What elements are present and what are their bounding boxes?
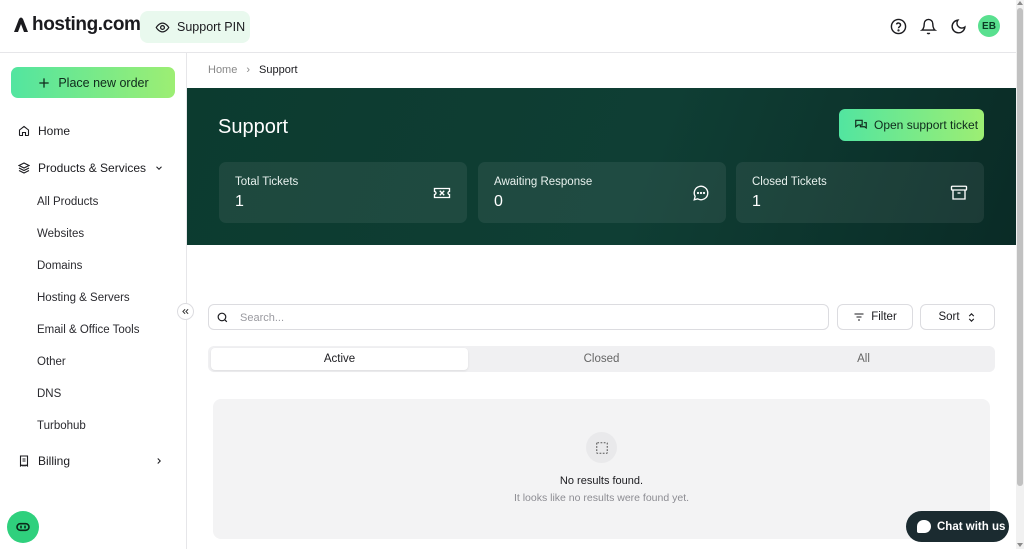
page-title: Support: [218, 116, 289, 138]
sidebar-subitem-turbohub[interactable]: Turbohub: [37, 420, 86, 432]
stat-value: 0: [494, 193, 503, 210]
stat-card-closed-tickets: Closed Tickets 1: [736, 162, 984, 223]
breadcrumb-home[interactable]: Home: [208, 64, 237, 76]
avatar[interactable]: EB: [978, 15, 1000, 37]
chevron-down-icon[interactable]: [154, 163, 164, 173]
sort-label: Sort: [938, 311, 960, 323]
place-new-order-label: Place new order: [58, 75, 149, 90]
layers-icon: [18, 162, 30, 174]
hosting-logo[interactable]: hosting.com: [12, 14, 141, 36]
empty-state-title: No results found.: [559, 475, 644, 487]
empty-selection-icon: [586, 432, 617, 463]
sidebar-subitem-all-products[interactable]: All Products: [37, 196, 98, 208]
chat-with-us-button[interactable]: Chat with us: [906, 511, 1009, 542]
sidebar-item-products-services[interactable]: Products & Services: [18, 161, 146, 175]
receipt-icon: [18, 455, 30, 467]
sidebar-item-label: Products & Services: [38, 161, 147, 175]
support-pin-label: Support PIN: [177, 20, 246, 34]
header-actions: EB: [888, 15, 1000, 37]
tab-active[interactable]: Active: [211, 348, 468, 370]
assistant-button[interactable]: [7, 511, 39, 543]
scroll-down-arrow-icon[interactable]: [1017, 543, 1023, 547]
filter-button[interactable]: Filter: [837, 304, 913, 330]
sidebar-subitem-hosting-servers[interactable]: Hosting & Servers: [37, 292, 130, 304]
sidebar-subitem-dns[interactable]: DNS: [37, 388, 61, 400]
breadcrumb-current: Support: [259, 64, 298, 76]
home-icon: [18, 125, 30, 137]
sidebar: Place new order Home Products & Services…: [0, 53, 187, 549]
sidebar-item-label: Billing: [38, 454, 71, 468]
bell-icon[interactable]: [918, 15, 938, 37]
stat-label: Closed Tickets: [752, 176, 827, 188]
sidebar-item-billing[interactable]: Billing: [18, 454, 70, 468]
stat-value: 1: [235, 193, 244, 210]
sort-button[interactable]: Sort: [920, 304, 995, 330]
sidebar-subitem-websites[interactable]: Websites: [37, 228, 84, 240]
chat-bubble-icon: [692, 184, 710, 202]
open-support-ticket-button[interactable]: Open support ticket: [839, 109, 984, 141]
eye-icon: [155, 21, 170, 33]
scroll-up-arrow-icon[interactable]: [1017, 1, 1023, 5]
plus-icon: [39, 77, 49, 88]
stat-card-total-tickets: Total Tickets 1: [219, 162, 467, 223]
stat-label: Total Tickets: [235, 176, 299, 188]
ticket-status-tabs: Active Closed All: [208, 346, 995, 372]
sidebar-item-home[interactable]: Home: [18, 124, 70, 138]
filter-label: Filter: [871, 311, 897, 323]
sidebar-subitem-email-office-tools[interactable]: Email & Office Tools: [37, 324, 139, 336]
sidebar-item-label: Home: [38, 124, 71, 138]
page-scrollbar[interactable]: [1016, 0, 1024, 549]
chevron-right-icon[interactable]: [154, 456, 164, 466]
search-icon: [217, 312, 228, 323]
breadcrumb: Home › Support: [208, 64, 298, 76]
search-bar[interactable]: [208, 304, 829, 330]
place-new-order-button[interactable]: Place new order: [11, 67, 175, 98]
double-chevron-left-icon: [182, 308, 189, 315]
chat-with-us-label: Chat with us: [937, 520, 1006, 533]
chat-icon: [917, 520, 931, 533]
filter-icon: [854, 313, 864, 321]
empty-state: No results found. It looks like no resul…: [213, 399, 990, 539]
empty-state-subtitle: It looks like no results were found yet.: [513, 492, 690, 504]
chat-bubbles-icon: [855, 119, 867, 130]
support-pin-button[interactable]: Support PIN: [140, 11, 250, 43]
search-input[interactable]: [240, 308, 800, 327]
stat-card-awaiting-response: Awaiting Response 0: [478, 162, 726, 223]
help-icon[interactable]: [888, 15, 908, 37]
moon-icon[interactable]: [948, 15, 968, 37]
stat-value: 1: [752, 193, 761, 210]
sort-chevrons-icon: [968, 312, 974, 322]
ticket-icon: [433, 184, 451, 202]
stat-label: Awaiting Response: [494, 176, 593, 188]
assistant-icon: [16, 522, 30, 532]
logo-mark-icon: [14, 17, 28, 32]
sidebar-subitem-other[interactable]: Other: [37, 356, 66, 368]
logo-text: hosting.com: [32, 14, 141, 35]
sidebar-subitem-domains[interactable]: Domains: [37, 260, 82, 272]
breadcrumb-separator: ›: [246, 64, 251, 76]
support-hero: Support Open support ticket Total Ticket…: [187, 88, 1016, 245]
open-support-ticket-label: Open support ticket: [874, 118, 979, 132]
collapse-sidebar-button[interactable]: [177, 303, 194, 320]
top-bar: hosting.com Support PIN EB: [0, 0, 1016, 53]
archive-icon: [950, 184, 968, 202]
scrollbar-thumb[interactable]: [1017, 8, 1023, 486]
tab-all[interactable]: All: [735, 348, 992, 370]
tab-closed[interactable]: Closed: [473, 348, 730, 370]
